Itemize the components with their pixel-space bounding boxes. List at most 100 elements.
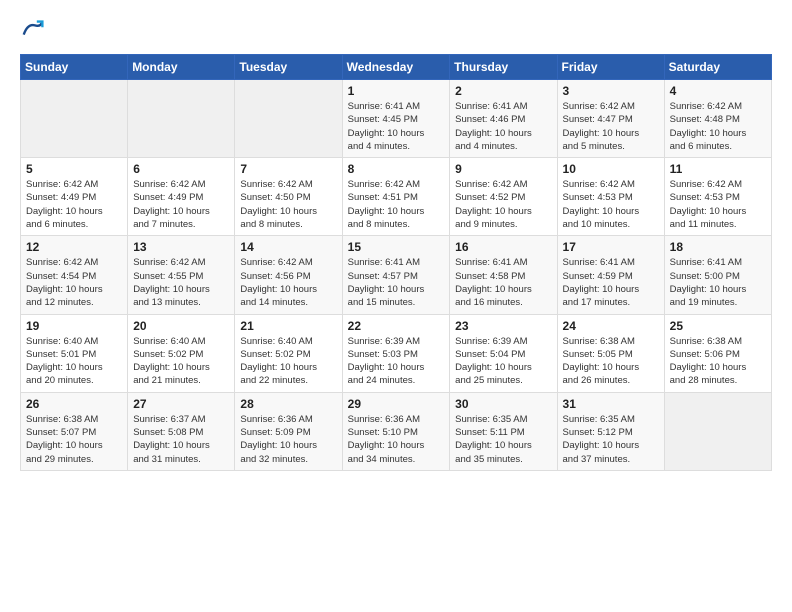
calendar-cell: 14Sunrise: 6:42 AM Sunset: 4:56 PM Dayli…: [235, 236, 342, 314]
calendar-cell: 29Sunrise: 6:36 AM Sunset: 5:10 PM Dayli…: [342, 392, 450, 470]
day-number: 7: [240, 162, 336, 176]
calendar-cell: 4 Sunrise: 6:42 AM Sunset: 4:48 PM Daylig…: [664, 80, 771, 158]
day-info: Sunrise: 6:35 AM Sunset: 5:11 PM Dayligh…: [455, 413, 551, 466]
day-info: Sunrise: 6:42 AM Sunset: 4:50 PM Dayligh…: [240, 178, 336, 231]
day-info: Sunrise: 6:39 AM Sunset: 5:03 PM Dayligh…: [348, 335, 445, 388]
day-number: 29: [348, 397, 445, 411]
day-number: 26: [26, 397, 122, 411]
day-number: 1: [348, 84, 445, 98]
day-info: Sunrise: 6:38 AM Sunset: 5:05 PM Dayligh…: [563, 335, 659, 388]
weekday-header-friday: Friday: [557, 55, 664, 80]
weekday-header-tuesday: Tuesday: [235, 55, 342, 80]
day-info: Sunrise: 6:41 AM Sunset: 5:00 PM Dayligh…: [670, 256, 766, 309]
calendar-cell: [664, 392, 771, 470]
logo: [20, 16, 50, 44]
weekday-header-saturday: Saturday: [664, 55, 771, 80]
day-number: 25: [670, 319, 766, 333]
calendar-cell: 11 Sunrise: 6:42 AM Sunset: 4:53 PM Dayli…: [664, 158, 771, 236]
day-info: Sunrise: 6:42 AM Sunset: 4:49 PM Dayligh…: [133, 178, 229, 231]
header: [20, 16, 772, 44]
calendar-week-row: 19 Sunrise: 6:40 AM Sunset: 5:01 PM Dayli…: [21, 314, 772, 392]
day-info: Sunrise: 6:42 AM Sunset: 4:53 PM Dayligh…: [670, 178, 766, 231]
calendar-cell: 17 Sunrise: 6:41 AM Sunset: 4:59 PM Dayli…: [557, 236, 664, 314]
day-info: Sunrise: 6:42 AM Sunset: 4:47 PM Dayligh…: [563, 100, 659, 153]
day-info: Sunrise: 6:40 AM Sunset: 5:01 PM Dayligh…: [26, 335, 122, 388]
page-container: SundayMondayTuesdayWednesdayThursdayFrid…: [0, 0, 792, 481]
day-info: Sunrise: 6:42 AM Sunset: 4:55 PM Dayligh…: [133, 256, 229, 309]
calendar-cell: 13 Sunrise: 6:42 AM Sunset: 4:55 PM Dayli…: [128, 236, 235, 314]
day-number: 31: [563, 397, 659, 411]
day-number: 19: [26, 319, 122, 333]
day-number: 24: [563, 319, 659, 333]
day-number: 15: [348, 240, 445, 254]
calendar-cell: 10Sunrise: 6:42 AM Sunset: 4:53 PM Dayli…: [557, 158, 664, 236]
day-number: 28: [240, 397, 336, 411]
calendar-cell: 3 Sunrise: 6:42 AM Sunset: 4:47 PM Daylig…: [557, 80, 664, 158]
calendar-cell: 7 Sunrise: 6:42 AM Sunset: 4:50 PM Daylig…: [235, 158, 342, 236]
day-number: 4: [670, 84, 766, 98]
day-info: Sunrise: 6:37 AM Sunset: 5:08 PM Dayligh…: [133, 413, 229, 466]
calendar-cell: 24 Sunrise: 6:38 AM Sunset: 5:05 PM Dayli…: [557, 314, 664, 392]
calendar-cell: 9 Sunrise: 6:42 AM Sunset: 4:52 PM Daylig…: [450, 158, 557, 236]
calendar-cell: 8 Sunrise: 6:42 AM Sunset: 4:51 PM Daylig…: [342, 158, 450, 236]
calendar-cell: 1 Sunrise: 6:41 AM Sunset: 4:45 PM Daylig…: [342, 80, 450, 158]
day-info: Sunrise: 6:38 AM Sunset: 5:07 PM Dayligh…: [26, 413, 122, 466]
day-number: 12: [26, 240, 122, 254]
calendar-cell: 6 Sunrise: 6:42 AM Sunset: 4:49 PM Daylig…: [128, 158, 235, 236]
day-info: Sunrise: 6:40 AM Sunset: 5:02 PM Dayligh…: [133, 335, 229, 388]
day-number: 2: [455, 84, 551, 98]
day-number: 9: [455, 162, 551, 176]
calendar-cell: 16Sunrise: 6:41 AM Sunset: 4:58 PM Dayli…: [450, 236, 557, 314]
calendar-cell: 30 Sunrise: 6:35 AM Sunset: 5:11 PM Dayli…: [450, 392, 557, 470]
calendar-week-row: 12 Sunrise: 6:42 AM Sunset: 4:54 PM Dayli…: [21, 236, 772, 314]
calendar-week-row: 1 Sunrise: 6:41 AM Sunset: 4:45 PM Daylig…: [21, 80, 772, 158]
day-info: Sunrise: 6:42 AM Sunset: 4:51 PM Dayligh…: [348, 178, 445, 231]
day-number: 16: [455, 240, 551, 254]
calendar-cell: 20 Sunrise: 6:40 AM Sunset: 5:02 PM Dayli…: [128, 314, 235, 392]
calendar-cell: 5 Sunrise: 6:42 AM Sunset: 4:49 PM Daylig…: [21, 158, 128, 236]
day-info: Sunrise: 6:41 AM Sunset: 4:59 PM Dayligh…: [563, 256, 659, 309]
day-number: 23: [455, 319, 551, 333]
day-number: 21: [240, 319, 336, 333]
day-number: 30: [455, 397, 551, 411]
calendar-cell: 23 Sunrise: 6:39 AM Sunset: 5:04 PM Dayli…: [450, 314, 557, 392]
weekday-header-monday: Monday: [128, 55, 235, 80]
calendar-cell: 21Sunrise: 6:40 AM Sunset: 5:02 PM Dayli…: [235, 314, 342, 392]
calendar-cell: 19 Sunrise: 6:40 AM Sunset: 5:01 PM Dayli…: [21, 314, 128, 392]
day-info: Sunrise: 6:39 AM Sunset: 5:04 PM Dayligh…: [455, 335, 551, 388]
day-number: 14: [240, 240, 336, 254]
day-info: Sunrise: 6:42 AM Sunset: 4:54 PM Dayligh…: [26, 256, 122, 309]
day-number: 13: [133, 240, 229, 254]
calendar-cell: [235, 80, 342, 158]
day-number: 10: [563, 162, 659, 176]
day-number: 5: [26, 162, 122, 176]
day-number: 8: [348, 162, 445, 176]
calendar-cell: 12 Sunrise: 6:42 AM Sunset: 4:54 PM Dayli…: [21, 236, 128, 314]
calendar-cell: 22Sunrise: 6:39 AM Sunset: 5:03 PM Dayli…: [342, 314, 450, 392]
day-number: 3: [563, 84, 659, 98]
day-number: 17: [563, 240, 659, 254]
calendar-cell: 27 Sunrise: 6:37 AM Sunset: 5:08 PM Dayli…: [128, 392, 235, 470]
day-info: Sunrise: 6:36 AM Sunset: 5:09 PM Dayligh…: [240, 413, 336, 466]
day-number: 11: [670, 162, 766, 176]
calendar-table: SundayMondayTuesdayWednesdayThursdayFrid…: [20, 54, 772, 471]
day-number: 6: [133, 162, 229, 176]
day-info: Sunrise: 6:41 AM Sunset: 4:45 PM Dayligh…: [348, 100, 445, 153]
calendar-cell: 15Sunrise: 6:41 AM Sunset: 4:57 PM Dayli…: [342, 236, 450, 314]
day-info: Sunrise: 6:41 AM Sunset: 4:46 PM Dayligh…: [455, 100, 551, 153]
day-info: Sunrise: 6:42 AM Sunset: 4:48 PM Dayligh…: [670, 100, 766, 153]
calendar-cell: 25Sunrise: 6:38 AM Sunset: 5:06 PM Dayli…: [664, 314, 771, 392]
calendar-week-row: 5 Sunrise: 6:42 AM Sunset: 4:49 PM Daylig…: [21, 158, 772, 236]
weekday-header-sunday: Sunday: [21, 55, 128, 80]
day-number: 27: [133, 397, 229, 411]
day-number: 20: [133, 319, 229, 333]
calendar-week-row: 26 Sunrise: 6:38 AM Sunset: 5:07 PM Dayli…: [21, 392, 772, 470]
calendar-cell: 2 Sunrise: 6:41 AM Sunset: 4:46 PM Daylig…: [450, 80, 557, 158]
calendar-cell: 26 Sunrise: 6:38 AM Sunset: 5:07 PM Dayli…: [21, 392, 128, 470]
weekday-header-row: SundayMondayTuesdayWednesdayThursdayFrid…: [21, 55, 772, 80]
day-info: Sunrise: 6:42 AM Sunset: 4:52 PM Dayligh…: [455, 178, 551, 231]
weekday-header-thursday: Thursday: [450, 55, 557, 80]
day-info: Sunrise: 6:42 AM Sunset: 4:49 PM Dayligh…: [26, 178, 122, 231]
day-number: 18: [670, 240, 766, 254]
calendar-cell: 31Sunrise: 6:35 AM Sunset: 5:12 PM Dayli…: [557, 392, 664, 470]
